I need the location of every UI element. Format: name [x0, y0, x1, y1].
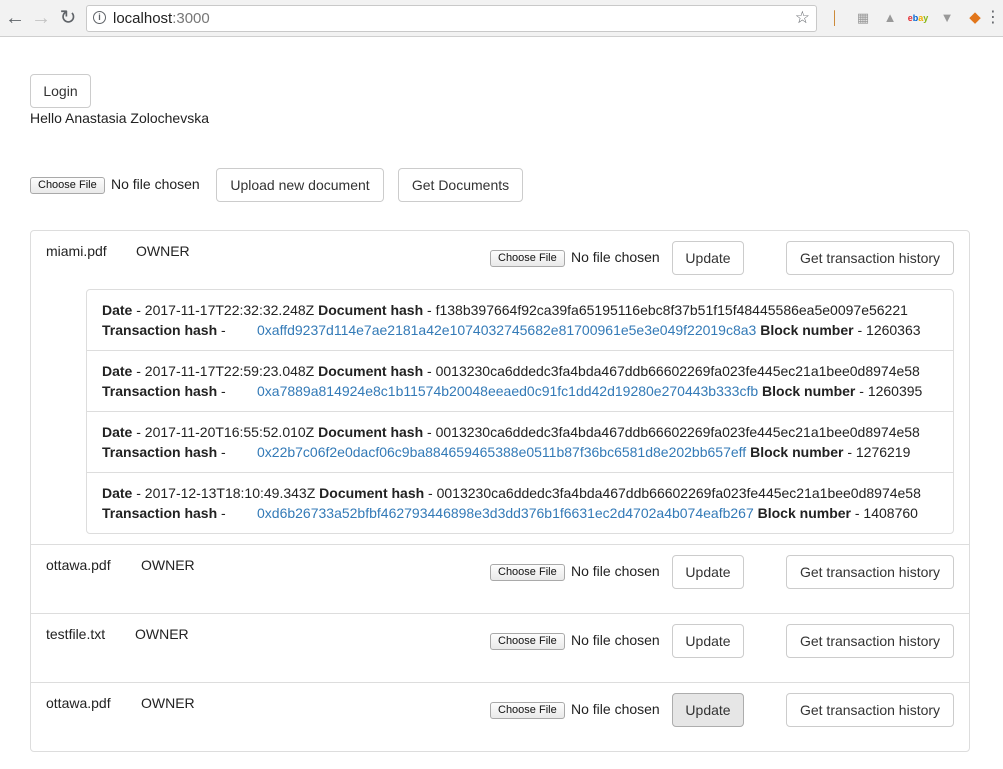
document-role: OWNER [141, 557, 195, 573]
transaction-divider [87, 411, 953, 412]
transaction-hash-link[interactable]: 0xd6b26733a52bfbf462793446898e3d3dd376b1… [257, 505, 754, 521]
update-button[interactable]: Update [672, 624, 744, 658]
transaction-hash-line-value: 0x22b7c06f2e0dacf06c9ba884659465388e0511… [257, 444, 911, 460]
row-divider [31, 682, 969, 683]
transaction-date-line: Date - 2017-11-17T22:32:32.248Z Document… [102, 302, 908, 318]
transaction-history-button[interactable]: Get transaction history [786, 693, 954, 727]
url-text[interactable]: localhost:3000 [113, 10, 210, 27]
no-file-text: No file chosen [111, 176, 200, 192]
transaction-hash-link[interactable]: 0x22b7c06f2e0dacf06c9ba884659465388e0511… [257, 444, 746, 460]
document-role: OWNER [141, 695, 195, 711]
update-button[interactable]: Update [672, 555, 744, 589]
address-bar[interactable]: i localhost:3000 ☆ [86, 5, 817, 32]
transaction-history-button[interactable]: Get transaction history [786, 624, 954, 658]
row-divider [31, 544, 969, 545]
menu-icon[interactable]: ⋮ [984, 9, 1002, 27]
update-button[interactable]: Update [672, 693, 744, 727]
login-button[interactable]: Login [30, 74, 91, 108]
ebay-extension-icon[interactable]: ebay [907, 9, 929, 27]
document-name: testfile.txt [46, 626, 106, 642]
browser-toolbar: ← → ↻ i localhost:3000 ☆ │ ▦ ▲ ebay ▼ ◆ … [0, 0, 1003, 37]
transaction-history-button[interactable]: Get transaction history [786, 555, 954, 589]
transaction-date-line: Date - 2017-12-13T18:10:49.343Z Document… [102, 485, 921, 501]
choose-file-button[interactable]: Choose File [490, 250, 565, 267]
extension-icon[interactable]: ▲ [881, 9, 899, 27]
no-file-text: No file chosen [571, 632, 660, 648]
transaction-date-line: Date - 2017-11-20T16:55:52.010Z Document… [102, 424, 920, 440]
transaction-hash-line: Transaction hash - [102, 383, 226, 399]
greeting-text: Hello Anastasia Zolochevska [30, 110, 209, 126]
transaction-date-line: Date - 2017-11-17T22:59:23.048Z Document… [102, 363, 920, 379]
transaction-hash-link[interactable]: 0xaffd9237d114e7ae2181a42e1074032745682e… [257, 322, 756, 338]
metamask-fox-icon[interactable]: ◆ [966, 9, 984, 27]
no-file-text: No file chosen [571, 701, 660, 717]
star-icon[interactable]: ☆ [795, 8, 810, 28]
no-file-text: No file chosen [571, 563, 660, 579]
document-role: OWNER [135, 626, 189, 642]
choose-file-button[interactable]: Choose File [490, 633, 565, 650]
transaction-hash-line-value: 0xd6b26733a52bfbf462793446898e3d3dd376b1… [257, 505, 918, 521]
document-role: OWNER [136, 243, 190, 259]
reload-icon[interactable]: ↻ [56, 6, 80, 30]
transaction-divider [87, 472, 953, 473]
document-name: miami.pdf [46, 243, 107, 259]
row-divider [31, 613, 969, 614]
get-documents-button[interactable]: Get Documents [398, 168, 523, 202]
document-name: ottawa.pdf [46, 695, 111, 711]
transaction-hash-line: Transaction hash - [102, 322, 226, 338]
extension-icon[interactable]: │ [826, 9, 844, 27]
info-icon[interactable]: i [93, 11, 106, 24]
extension-icon[interactable]: ▼ [938, 9, 956, 27]
choose-file-button[interactable]: Choose File [490, 564, 565, 581]
extension-icon[interactable]: ▦ [854, 9, 872, 27]
back-icon[interactable]: ← [3, 6, 27, 30]
choose-file-button[interactable]: Choose File [30, 177, 105, 194]
transaction-hash-link[interactable]: 0xa7889a814924e8c1b11574b20048eeaed0c91f… [257, 383, 758, 399]
no-file-text: No file chosen [571, 249, 660, 265]
update-button[interactable]: Update [672, 241, 744, 275]
forward-icon[interactable]: → [29, 6, 53, 30]
transaction-hash-line-value: 0xa7889a814924e8c1b11574b20048eeaed0c91f… [257, 383, 923, 399]
transaction-history-button[interactable]: Get transaction history [786, 241, 954, 275]
transaction-divider [87, 350, 953, 351]
transaction-hash-line: Transaction hash - [102, 444, 226, 460]
transaction-hash-line: Transaction hash - [102, 505, 226, 521]
document-name: ottawa.pdf [46, 557, 111, 573]
upload-document-button[interactable]: Upload new document [216, 168, 384, 202]
choose-file-button[interactable]: Choose File [490, 702, 565, 719]
transaction-hash-line-value: 0xaffd9237d114e7ae2181a42e1074032745682e… [257, 322, 921, 338]
